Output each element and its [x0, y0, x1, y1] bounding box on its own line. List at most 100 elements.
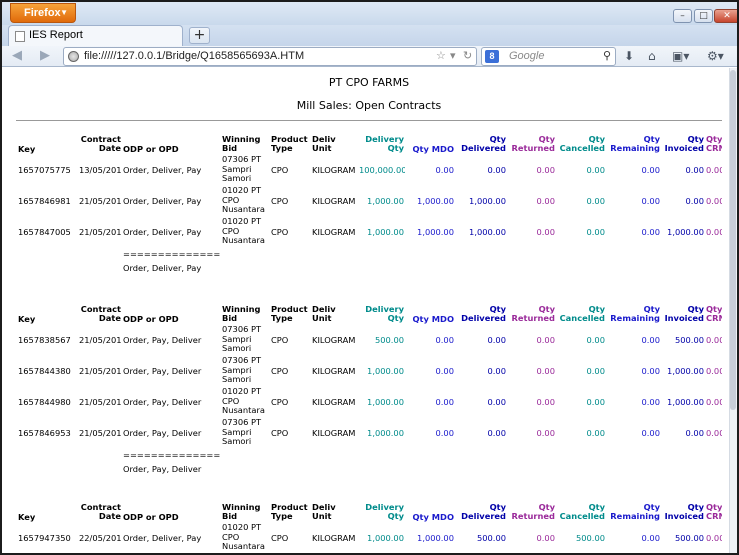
tools-icon[interactable]: ⚙▾ [707, 49, 724, 63]
cell-qty-remaining: 0.00 [641, 164, 660, 175]
empty-cell [311, 261, 358, 275]
google-icon[interactable]: 8 [485, 50, 499, 63]
cell-qty-mdo: 0.00 [435, 427, 454, 438]
globe-icon [68, 51, 79, 62]
cell-qty-crn: 0.00 [706, 396, 722, 407]
empty-cell [661, 462, 705, 476]
empty-cell [17, 261, 78, 275]
header-winning-bid: Winning Bid [222, 501, 261, 522]
cell-qty-returned: 0.00 [536, 532, 555, 543]
page-subtitle: Mill Sales: Open Contracts [296, 99, 442, 112]
table-row: 1657947350 22/05/2013Order, Deliver, Pay 0… [17, 522, 722, 553]
cell-qty-delivered: 0.00 [487, 334, 506, 345]
cell-qty-remaining: 0.00 [641, 396, 660, 407]
download-icon[interactable]: ⬇ [624, 49, 634, 63]
header-product-type: Product Type [271, 501, 308, 522]
bookmark-star-icon[interactable]: ☆ [436, 49, 446, 62]
cell-qty-invoiced: 1,000.00 [667, 396, 704, 407]
firefox-menu-button[interactable]: Firefox ▼ [10, 3, 76, 23]
header-odp: ODP or OPD [123, 512, 179, 522]
cell-winning-bid: 07306 PT Sampri Samori [222, 355, 262, 385]
contracts-section-3: Key Contract Date ODP or OPD Winning Bid Pro… [17, 498, 722, 553]
new-tab-button[interactable]: + [189, 27, 210, 44]
empty-cell [606, 448, 661, 462]
tab-ies-report[interactable]: IES Report [8, 25, 183, 46]
cell-qty-mdo: 0.00 [435, 365, 454, 376]
search-magnifier-icon[interactable]: ⚲ [603, 49, 611, 62]
cell-delivery-qty: 1,000.00 [367, 195, 404, 206]
cell-qty-delivered: 0.00 [487, 427, 506, 438]
reload-icon[interactable]: ↻ [463, 49, 472, 62]
separator-row: ==================== [17, 247, 722, 261]
cell-deliv-unit: KILOGRAM [312, 164, 356, 175]
cell-qty-mdo: 1,000.00 [417, 532, 454, 543]
empty-cell [311, 448, 358, 462]
cell-key: 1657846981 [18, 195, 71, 206]
cell-odp: Order, Deliver, Pay [123, 195, 202, 206]
header-deliv-unit: Deliv Unit [312, 501, 336, 522]
empty-cell [556, 462, 606, 476]
empty-cell [606, 247, 661, 261]
cell-qty-invoiced: 0.00 [685, 164, 704, 175]
empty-cell [78, 462, 122, 476]
cell-winning-bid: 07306 PT Sampri Samori [222, 154, 262, 184]
home-icon[interactable]: ⌂ [648, 49, 656, 63]
empty-cell [405, 448, 455, 462]
header-qty-cancelled: Qty Cancelled [559, 133, 605, 154]
minimize-button[interactable]: – [673, 9, 692, 23]
cell-delivery-qty: 100,000.00 [359, 164, 405, 175]
close-window-button[interactable]: ✕ [714, 9, 737, 23]
cell-qty-crn: 0.00 [706, 195, 722, 206]
header-delivery-qty: Delivery Qty [365, 303, 404, 324]
cell-qty-remaining: 0.00 [641, 195, 660, 206]
cell-product-type: CPO [271, 226, 289, 237]
header-qty-delivered: Qty Delivered [461, 501, 506, 522]
header-qty-crn: Qty CRN [706, 501, 722, 522]
cell-key: 1657846953 [18, 427, 71, 438]
empty-cell [221, 462, 270, 476]
back-arrow-icon[interactable]: ◀ [12, 48, 22, 64]
scrollbar-thumb[interactable] [730, 70, 736, 410]
header-odp: ODP or OPD [123, 144, 179, 154]
cell-qty-mdo: 1,000.00 [417, 195, 454, 206]
cell-product-type: CPO [271, 365, 289, 376]
cell-qty-crn: 0.00 [706, 365, 722, 376]
cell-product-type: CPO [271, 164, 289, 175]
header-winning-bid: Winning Bid [222, 133, 261, 154]
history-dropdown-icon[interactable]: ▾ [450, 49, 456, 62]
contracts-section-1: Key Contract Date ODP or OPD Winning Bid Pro… [17, 130, 722, 275]
cell-qty-returned: 0.00 [536, 396, 555, 407]
cell-qty-returned: 0.00 [536, 365, 555, 376]
header-contract-date: Contract Date [80, 501, 121, 522]
cell-qty-returned: 0.00 [536, 226, 555, 237]
maximize-button[interactable]: □ [694, 9, 713, 23]
empty-cell [270, 448, 311, 462]
empty-cell [556, 261, 606, 275]
navigation-bar: ◀ ▶ file://///127.0.0.1/Bridge/Q16585656… [2, 46, 737, 67]
bookmarks-menu-icon[interactable]: ▣▾ [672, 49, 689, 63]
cell-qty-delivered: 500.00 [476, 532, 506, 543]
forward-arrow-icon[interactable]: ▶ [40, 48, 50, 64]
header-contract-date: Contract Date [80, 133, 121, 154]
empty-cell [705, 247, 722, 261]
empty-cell [78, 448, 122, 462]
url-text: file://///127.0.0.1/Bridge/Q1658565693A.… [84, 50, 305, 62]
cell-qty-invoiced: 1,000.00 [667, 226, 704, 237]
cell-qty-remaining: 0.00 [641, 226, 660, 237]
search-bar[interactable]: 8 Google ⚲ [481, 47, 616, 66]
contracts-table: Key Contract Date ODP or OPD Winning Bid Pro… [17, 498, 722, 553]
cell-winning-bid: 01020 PT CPO Nusantara [222, 522, 265, 552]
table-header-row: Key Contract Date ODP or OPD Winning Bid Pro… [17, 130, 722, 154]
empty-cell [17, 462, 78, 476]
empty-cell [507, 462, 556, 476]
cell-delivery-qty: 1,000.00 [367, 427, 404, 438]
table-row: 1657844980 21/05/2013Order, Pay, Deliver 0… [17, 386, 722, 417]
cell-key: 1657847005 [18, 226, 71, 237]
cell-deliv-unit: KILOGRAM [312, 334, 356, 345]
cell-key: 1657947350 [18, 532, 71, 543]
empty-cell [358, 462, 405, 476]
cell-qty-invoiced: 500.00 [674, 334, 704, 345]
cell-qty-cancelled: 0.00 [586, 365, 605, 376]
cell-deliv-unit: KILOGRAM [312, 195, 356, 206]
address-bar[interactable]: file://///127.0.0.1/Bridge/Q1658565693A.… [63, 47, 477, 66]
